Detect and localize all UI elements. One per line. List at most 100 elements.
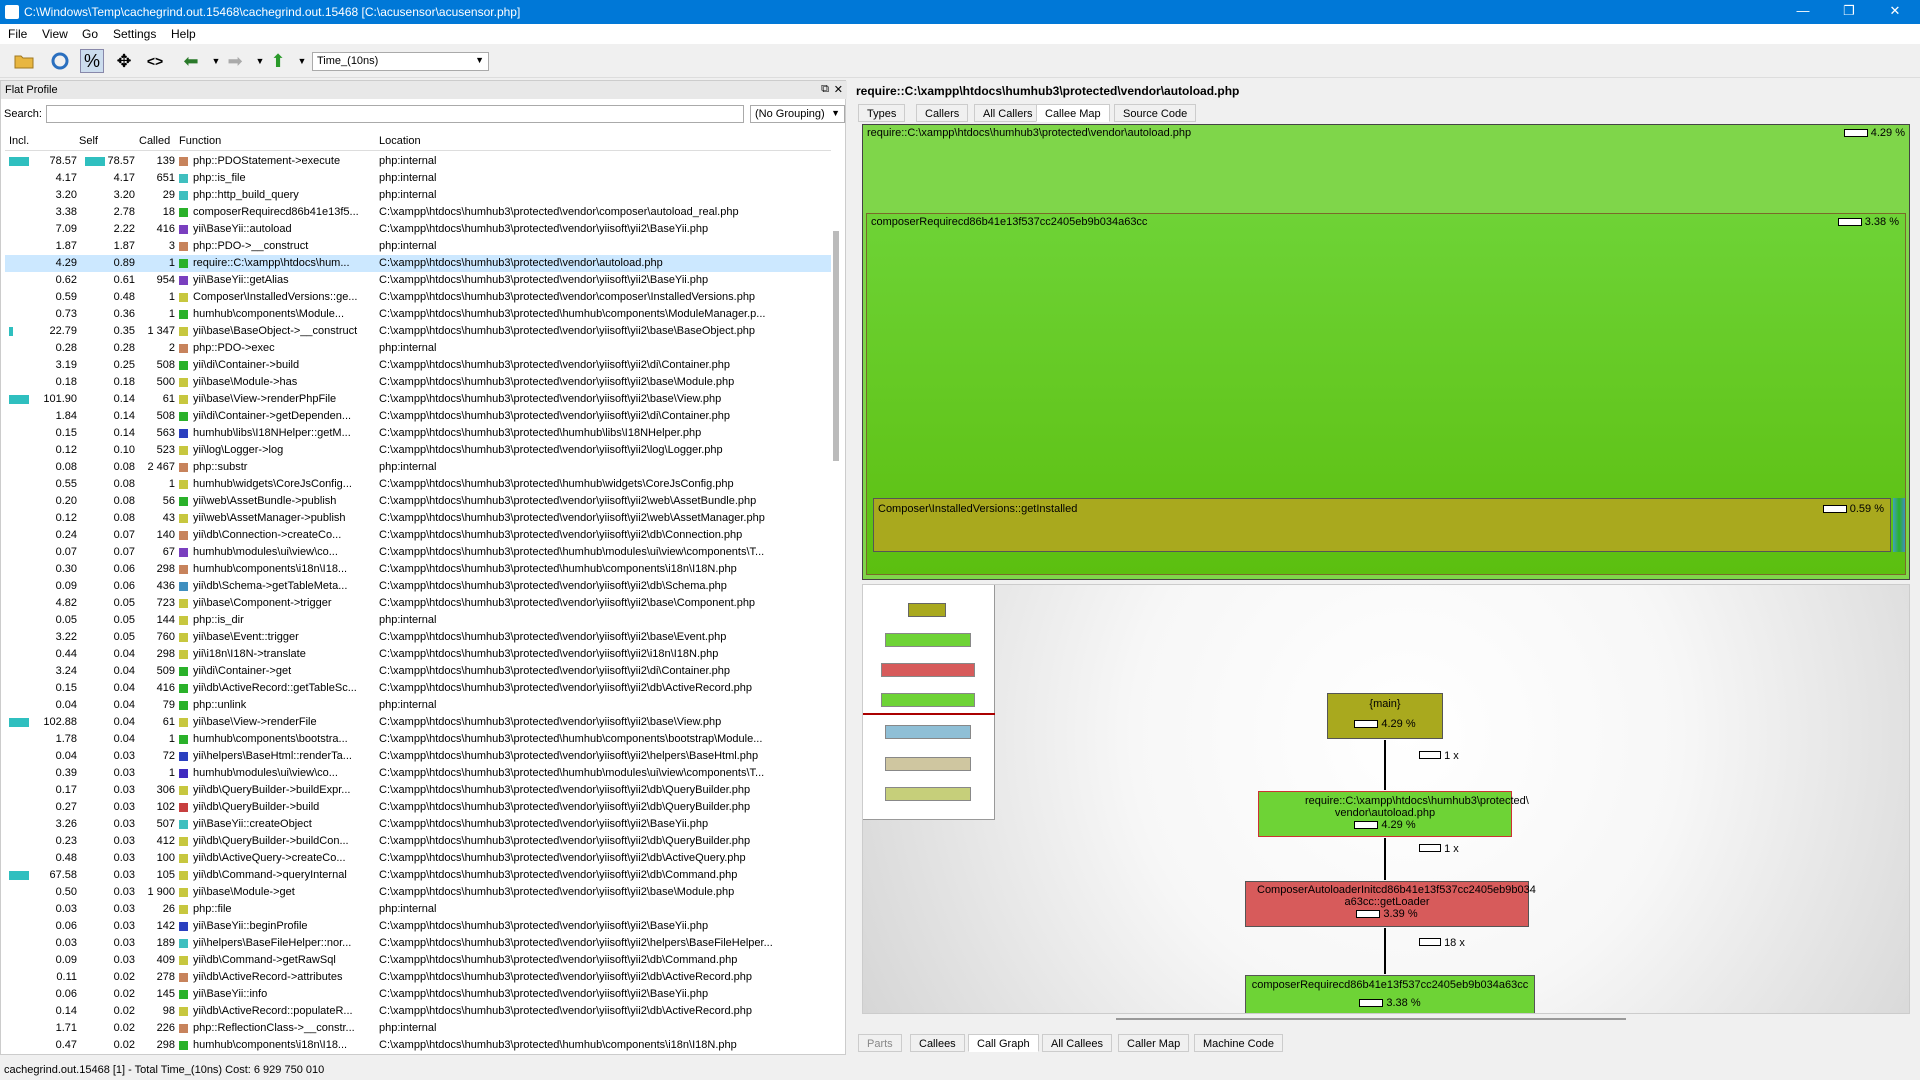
table-row[interactable]: 0.73 0.36 1 humhub\components\Module... C:\x… (5, 306, 831, 323)
table-row[interactable]: 0.06 0.03 142 yii\BaseYii::beginProfile C:\x… (5, 918, 831, 935)
table-row[interactable]: 7.09 2.22 416 yii\BaseYii::autoload C:\xampp… (5, 221, 831, 238)
menu-file[interactable]: File (8, 27, 27, 41)
reload-icon[interactable] (48, 49, 72, 73)
table-row[interactable]: 3.26 0.03 507 yii\BaseYii::createObject C:\x… (5, 816, 831, 833)
table-row[interactable]: 0.07 0.07 67 humhub\modules\ui\view\co... C:… (5, 544, 831, 561)
table-row[interactable]: 67.58 0.03 105 yii\db\Command->queryInterna… (5, 867, 831, 884)
table-row[interactable]: 0.14 0.02 98 yii\db\ActiveRecord::populateR… (5, 1003, 831, 1020)
table-row[interactable]: 0.24 0.07 140 yii\db\Connection->createCo..… (5, 527, 831, 544)
table-row[interactable]: 3.38 2.78 18 composerRequirecd86b41e13f5...… (5, 204, 831, 221)
header-self[interactable]: Self (79, 135, 98, 147)
table-row[interactable]: 0.04 0.03 72 yii\helpers\BaseHtml::renderTa… (5, 748, 831, 765)
map-tiny-blocks[interactable] (1893, 498, 1905, 552)
table-row[interactable]: 0.03 0.03 189 yii\helpers\BaseFileHelper::n… (5, 935, 831, 952)
table-row[interactable]: 22.79 0.35 1 347 yii\base\BaseObject->__con… (5, 323, 831, 340)
tab-parts[interactable]: Parts (858, 1034, 902, 1052)
table-row[interactable]: 3.20 3.20 29 php::http_build_query php:inter… (5, 187, 831, 204)
table-row[interactable]: 0.12 0.10 523 yii\log\Logger->log C:\xampp\h… (5, 442, 831, 459)
tab-caller-map[interactable]: Caller Map (1118, 1034, 1190, 1052)
cycle-detection-icon[interactable]: ✥ (112, 49, 136, 73)
tab-types[interactable]: Types (858, 104, 906, 122)
table-row[interactable]: 0.09 0.06 436 yii\db\Schema->getTableMeta..… (5, 578, 831, 595)
table-row[interactable]: 0.17 0.03 306 yii\db\QueryBuilder->buildExp… (5, 782, 831, 799)
horizontal-scrollbar[interactable] (1116, 1018, 1626, 1020)
cost-type-select[interactable]: Time_(10ns) ▼ (312, 52, 489, 71)
graph-node-autoload[interactable]: require::C:\xampp\htdocs\humhub3\protect… (1258, 791, 1529, 837)
table-row[interactable]: 101.90 0.14 61 yii\base\View->renderPhpFile… (5, 391, 831, 408)
minimize-button[interactable]: — (1780, 0, 1826, 24)
table-row[interactable]: 0.30 0.06 298 humhub\components\i18n\I18...… (5, 561, 831, 578)
tab-all-callees[interactable]: All Callees (1042, 1034, 1112, 1052)
close-button[interactable]: ✕ (1872, 0, 1918, 24)
callee-map[interactable]: require::C:\xampp\htdocs\humhub3\protect… (862, 124, 1910, 580)
undock-icon[interactable]: ⧉ (821, 83, 829, 96)
menu-go[interactable]: Go (82, 27, 98, 41)
table-row[interactable]: 0.04 0.04 79 php::unlink php:internal (5, 697, 831, 714)
table-row[interactable]: 0.44 0.04 298 yii\i18n\I18N->translate C:\xa… (5, 646, 831, 663)
table-row[interactable]: 0.03 0.03 26 php::file php:internal (5, 901, 831, 918)
table-row[interactable]: 3.19 0.25 508 yii\di\Container->build C:\xam… (5, 357, 831, 374)
maximize-button[interactable]: ❐ (1826, 0, 1872, 24)
vertical-scrollbar[interactable] (833, 231, 839, 461)
table-row[interactable]: 78.57 78.57 139 php::PDOStatement->execute p… (5, 153, 831, 170)
table-row[interactable]: 1.78 0.04 1 humhub\components\bootstra... C:… (5, 731, 831, 748)
graph-node-composer-require[interactable]: composerRequirecd86b41e13f537cc2405eb9b0… (1245, 975, 1535, 1013)
table-row[interactable]: 0.18 0.18 500 yii\base\Module->has C:\xampp\… (5, 374, 831, 391)
table-row[interactable]: 102.88 0.04 61 yii\base\View->renderFile C:\… (5, 714, 831, 731)
table-row[interactable]: 0.05 0.05 144 php::is_dir php:internal (5, 612, 831, 629)
table-row[interactable]: 1.87 1.87 3 php::PDO->__construct php:intern… (5, 238, 831, 255)
table-row[interactable]: 0.09 0.03 409 yii\db\Command->getRawSql C:\x… (5, 952, 831, 969)
table-row[interactable]: 0.06 0.02 145 yii\BaseYii::info C:\xampp\htd… (5, 986, 831, 1003)
table-row[interactable]: 0.20 0.08 56 yii\web\AssetBundle->publish C:… (5, 493, 831, 510)
graph-node-getloader[interactable]: ComposerAutoloaderInitcd86b41e13f537cc24… (1245, 881, 1536, 927)
table-row[interactable]: 0.28 0.28 2 php::PDO->exec php:internal (5, 340, 831, 357)
tab-call-graph[interactable]: Call Graph (968, 1034, 1039, 1052)
header-location[interactable]: Location (379, 135, 421, 147)
table-row[interactable]: 0.59 0.48 1 Composer\InstalledVersions::ge.… (5, 289, 831, 306)
header-function[interactable]: Function (179, 135, 221, 147)
tab-source-code[interactable]: Source Code (1114, 104, 1197, 122)
table-row[interactable]: 0.15 0.14 563 humhub\libs\I18NHelper::getM.… (5, 425, 831, 442)
map-small-block[interactable]: Composer\InstalledVersions::getInstalled… (873, 498, 1891, 552)
table-row[interactable]: 0.12 0.08 43 yii\web\AssetManager->publish C… (5, 510, 831, 527)
graph-overview[interactable] (863, 585, 995, 820)
menu-settings[interactable]: Settings (113, 27, 156, 41)
table-row[interactable]: 1.84 0.14 508 yii\di\Container->getDependen… (5, 408, 831, 425)
shorten-templates-icon[interactable]: <> (143, 49, 167, 73)
table-row[interactable]: 0.23 0.03 412 yii\db\QueryBuilder->buildCon… (5, 833, 831, 850)
relative-percent-icon[interactable]: % (80, 49, 104, 73)
back-icon[interactable]: ⬅ (179, 49, 203, 73)
forward-icon[interactable]: ➡ (223, 49, 247, 73)
tab-all-callers[interactable]: All Callers (974, 104, 1042, 122)
table-row[interactable]: 1.71 0.02 226 php::ReflectionClass->__const… (5, 1020, 831, 1037)
table-row[interactable]: 0.39 0.03 1 humhub\modules\ui\view\co... C:\… (5, 765, 831, 782)
menu-view[interactable]: View (42, 27, 68, 41)
table-row[interactable]: 4.17 4.17 651 php::is_file php:internal (5, 170, 831, 187)
graph-node-main[interactable]: {main} 4.29 % (1327, 693, 1443, 739)
table-row[interactable]: 4.29 0.89 1 require::C:\xampp\htdocs\hum...… (5, 255, 831, 272)
close-panel-icon[interactable]: ✕ (834, 83, 843, 96)
up-icon[interactable]: ⬆ (266, 49, 290, 73)
table-row[interactable]: 0.08 0.08 2 467 php::substr php:internal (5, 459, 831, 476)
call-graph[interactable]: {main} 4.29 % 1 x require::C:\xampp\htdo… (862, 584, 1910, 1014)
table-row[interactable]: 0.62 0.61 954 yii\BaseYii::getAlias C:\xampp… (5, 272, 831, 289)
table-row[interactable]: 3.24 0.04 509 yii\di\Container->get C:\xampp… (5, 663, 831, 680)
table-row[interactable]: 3.22 0.05 760 yii\base\Event::trigger C:\xam… (5, 629, 831, 646)
menu-help[interactable]: Help (171, 27, 196, 41)
tab-callees[interactable]: Callees (910, 1034, 965, 1052)
open-folder-icon[interactable] (12, 49, 36, 73)
table-row[interactable]: 4.82 0.05 723 yii\base\Component->trigger C:… (5, 595, 831, 612)
grouping-select[interactable]: (No Grouping) ▼ (750, 105, 845, 123)
header-called[interactable]: Called (139, 135, 170, 147)
table-row[interactable]: 0.50 0.03 1 900 yii\base\Module->get C:\xamp… (5, 884, 831, 901)
map-inner-block[interactable]: composerRequirecd86b41e13f537cc2405eb9b0… (866, 213, 1906, 575)
table-row[interactable]: 0.15 0.04 416 yii\db\ActiveRecord::getTable… (5, 680, 831, 697)
table-row[interactable]: 0.55 0.08 1 humhub\widgets\CoreJsConfig... C… (5, 476, 831, 493)
table-row[interactable]: 0.27 0.03 102 yii\db\QueryBuilder->build C:\… (5, 799, 831, 816)
table-row[interactable]: 0.47 0.02 298 humhub\components\i18n\I18...… (5, 1037, 831, 1051)
tab-callee-map[interactable]: Callee Map (1036, 104, 1110, 122)
tab-callers[interactable]: Callers (916, 104, 969, 122)
header-incl[interactable]: Incl. (9, 135, 29, 147)
table-row[interactable]: 0.11 0.02 278 yii\db\ActiveRecord->attribut… (5, 969, 831, 986)
search-input[interactable] (46, 105, 744, 123)
